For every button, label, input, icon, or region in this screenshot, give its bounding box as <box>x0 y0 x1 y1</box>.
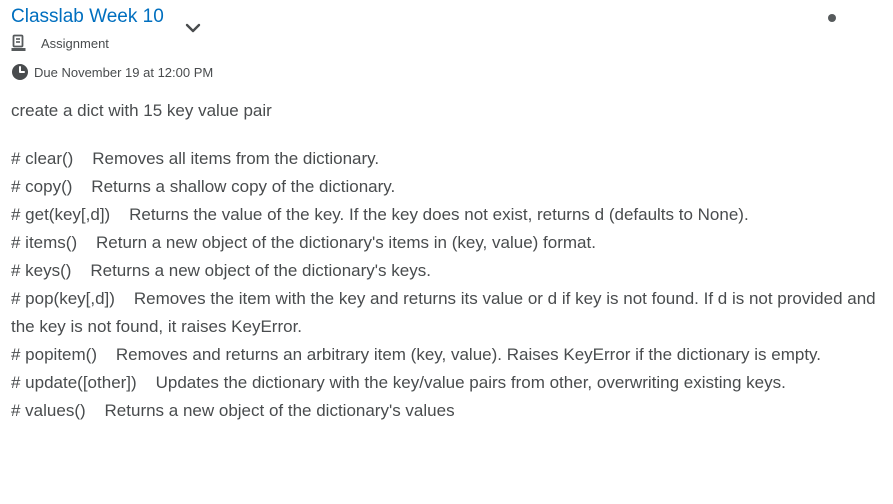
assignment-icon <box>11 34 29 52</box>
assignment-title-link[interactable]: Classlab Week 10 <box>11 6 164 28</box>
instructions-intro: create a dict with 15 key value pair <box>11 101 272 120</box>
clock-icon <box>11 63 29 81</box>
instruction-line: # copy() Returns a shallow copy of the d… <box>11 177 396 196</box>
item-type: Assignment <box>11 33 109 53</box>
instruction-line: # values() Returns a new object of the d… <box>11 401 455 420</box>
instruction-line: # items() Return a new object of the dic… <box>11 233 596 252</box>
instruction-line: # get(key[,d]) Returns the value of the … <box>11 205 749 224</box>
due-date-label: Due November 19 at 12:00 PM <box>34 64 214 80</box>
instruction-line: # clear() Removes all items from the dic… <box>11 149 380 168</box>
assignment-instructions: create a dict with 15 key value pair # c… <box>11 97 879 425</box>
due-date: Due November 19 at 12:00 PM <box>11 62 213 82</box>
instruction-line: # popitem() Removes and returns an arbit… <box>11 345 821 364</box>
instruction-line: # pop(key[,d]) Removes the item with the… <box>11 289 881 336</box>
instruction-line: # update([other]) Updates the dictionary… <box>11 373 786 392</box>
item-type-label: Assignment <box>41 35 109 51</box>
instruction-line: # keys() Returns a new object of the dic… <box>11 261 431 280</box>
chevron-down-icon[interactable] <box>183 21 203 37</box>
unread-dot-icon <box>828 14 836 22</box>
